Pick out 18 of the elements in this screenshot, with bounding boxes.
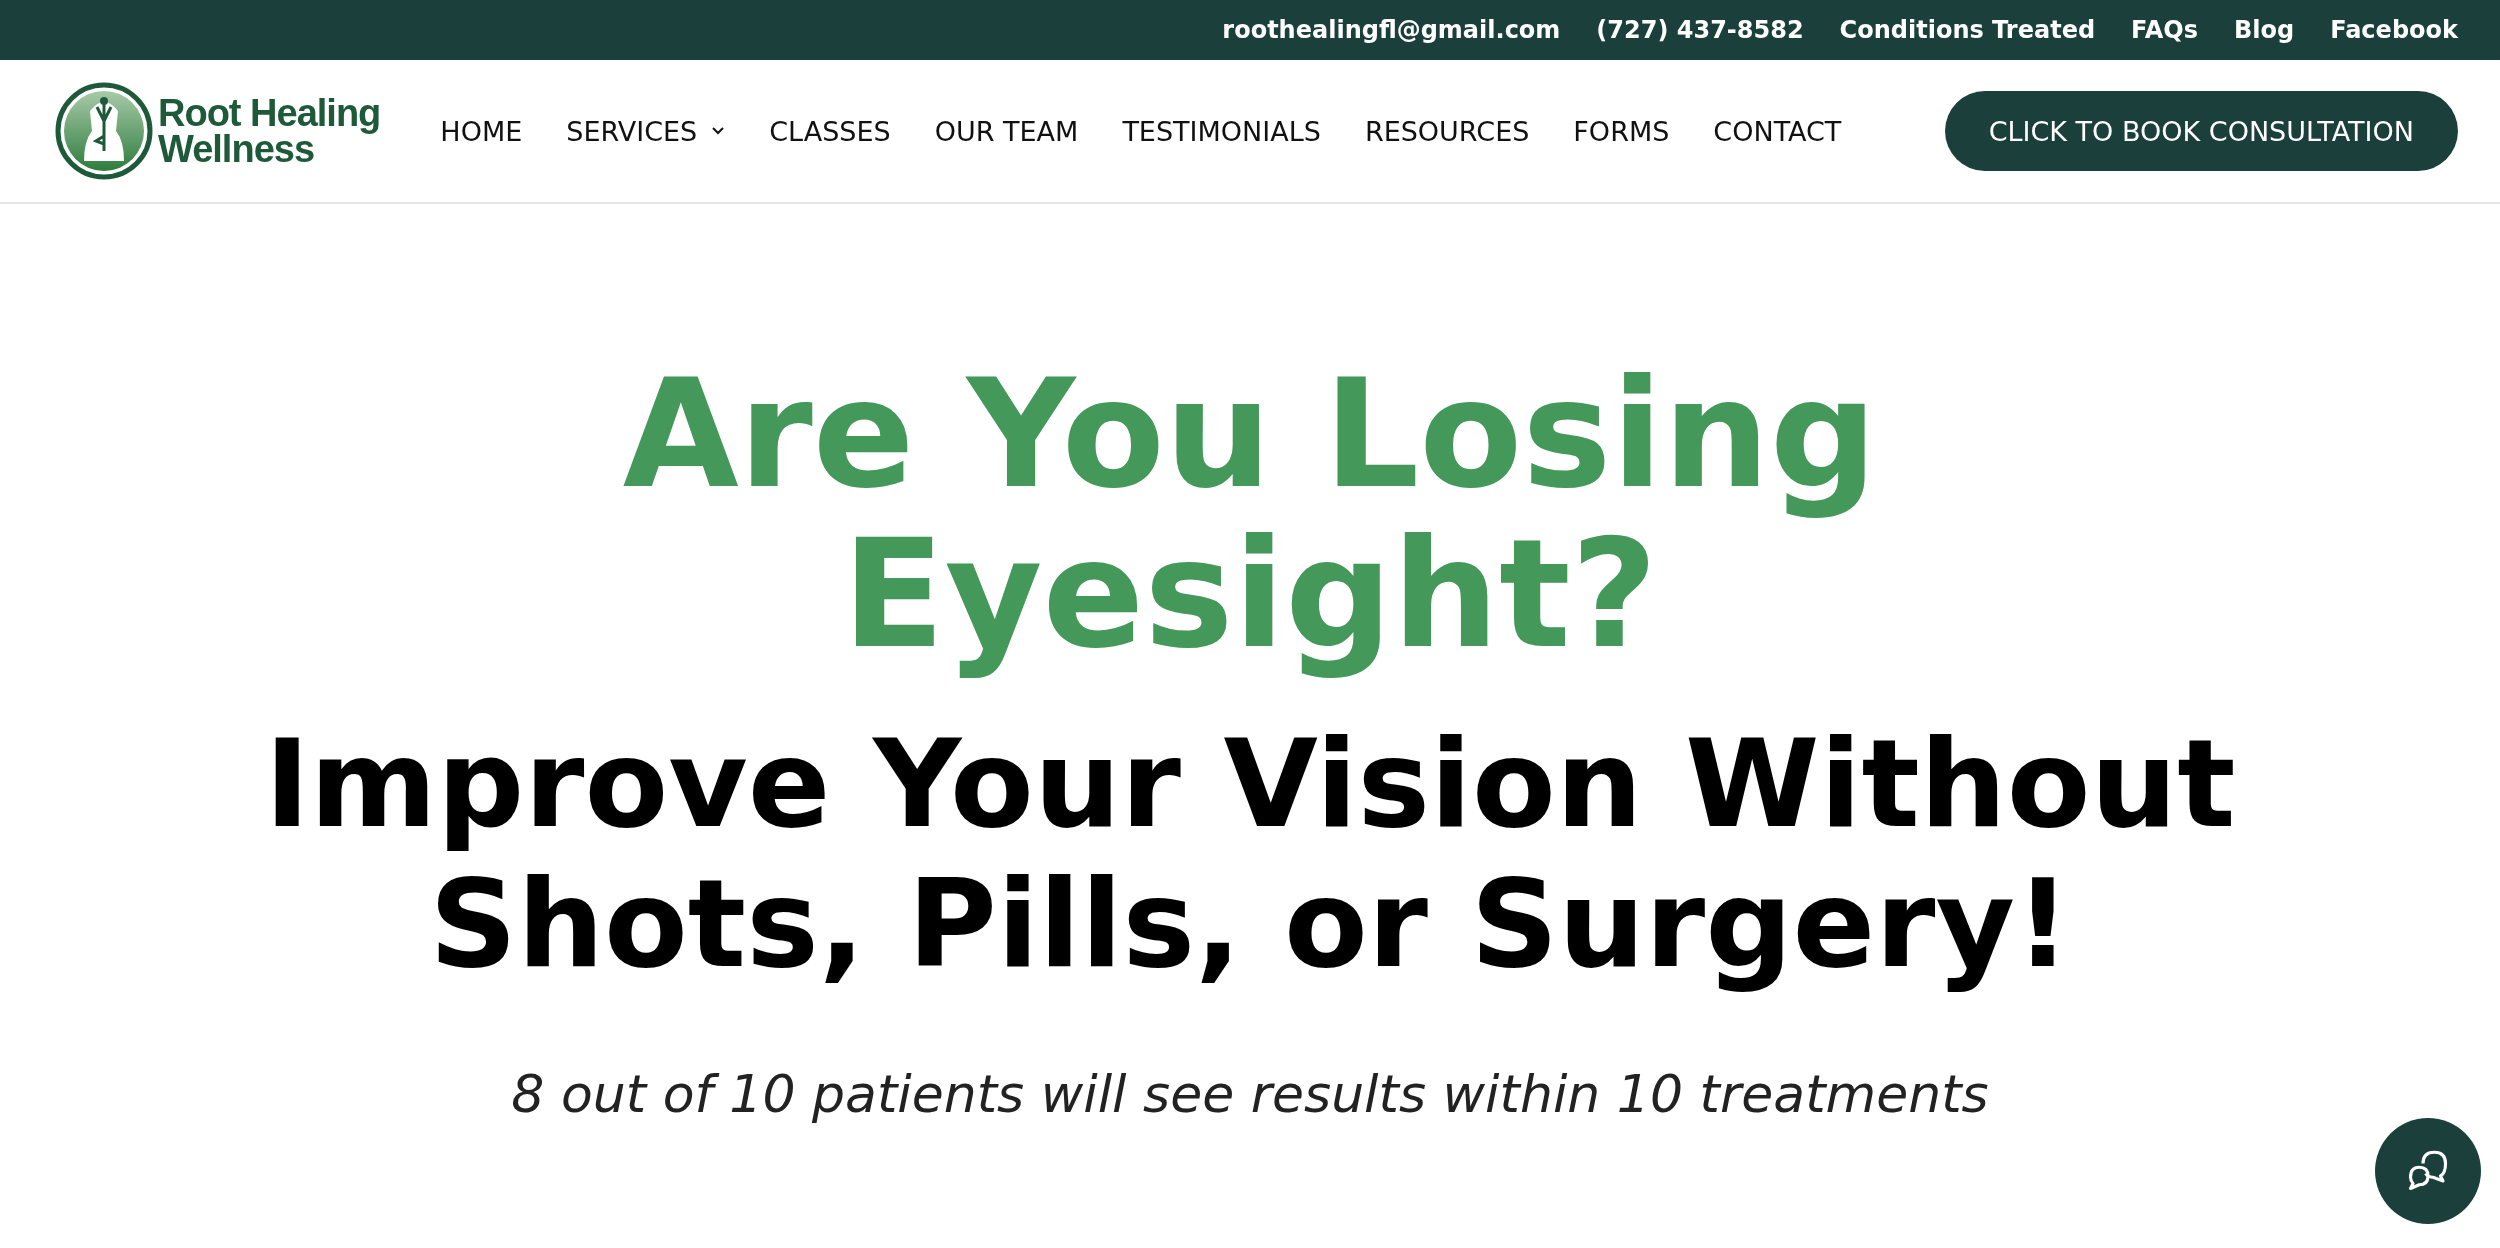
top-bar-link[interactable]: (727) 437-8582 [1596,16,1804,44]
top-bar-link[interactable]: Conditions Treated [1839,16,2096,44]
nav-link[interactable]: CLASSES [769,115,891,147]
hero-headline: Improve Your Vision Without Shots, Pills, or Surgery! [263,714,2237,994]
top-bar-link[interactable]: FAQs [2131,16,2198,44]
nav-link[interactable]: HOME [440,115,523,147]
nav-link[interactable]: CONTACT [1713,115,1842,147]
top-bar-link[interactable]: roothealingfl@gmail.com [1222,16,1561,44]
nav-link[interactable]: OUR TEAM [934,115,1079,147]
top-bar-link[interactable]: Blog [2234,16,2295,44]
nav-link[interactable]: TESTIMONIALS [1122,115,1321,147]
book-consultation-button[interactable]: CLICK TO BOOK CONSULTATION [1944,91,2458,171]
nav-link[interactable]: RESOURCES [1364,115,1530,147]
top-bar-link[interactable]: Facebook [2330,16,2458,44]
nav-link[interactable]: FORMS [1573,115,1670,147]
logo-icon[interactable] [54,81,154,181]
nav-link[interactable]: SERVICES [566,115,726,147]
hero-subtitle: 8 out of 10 patients will see results within 10 treatments [511,1064,1989,1124]
